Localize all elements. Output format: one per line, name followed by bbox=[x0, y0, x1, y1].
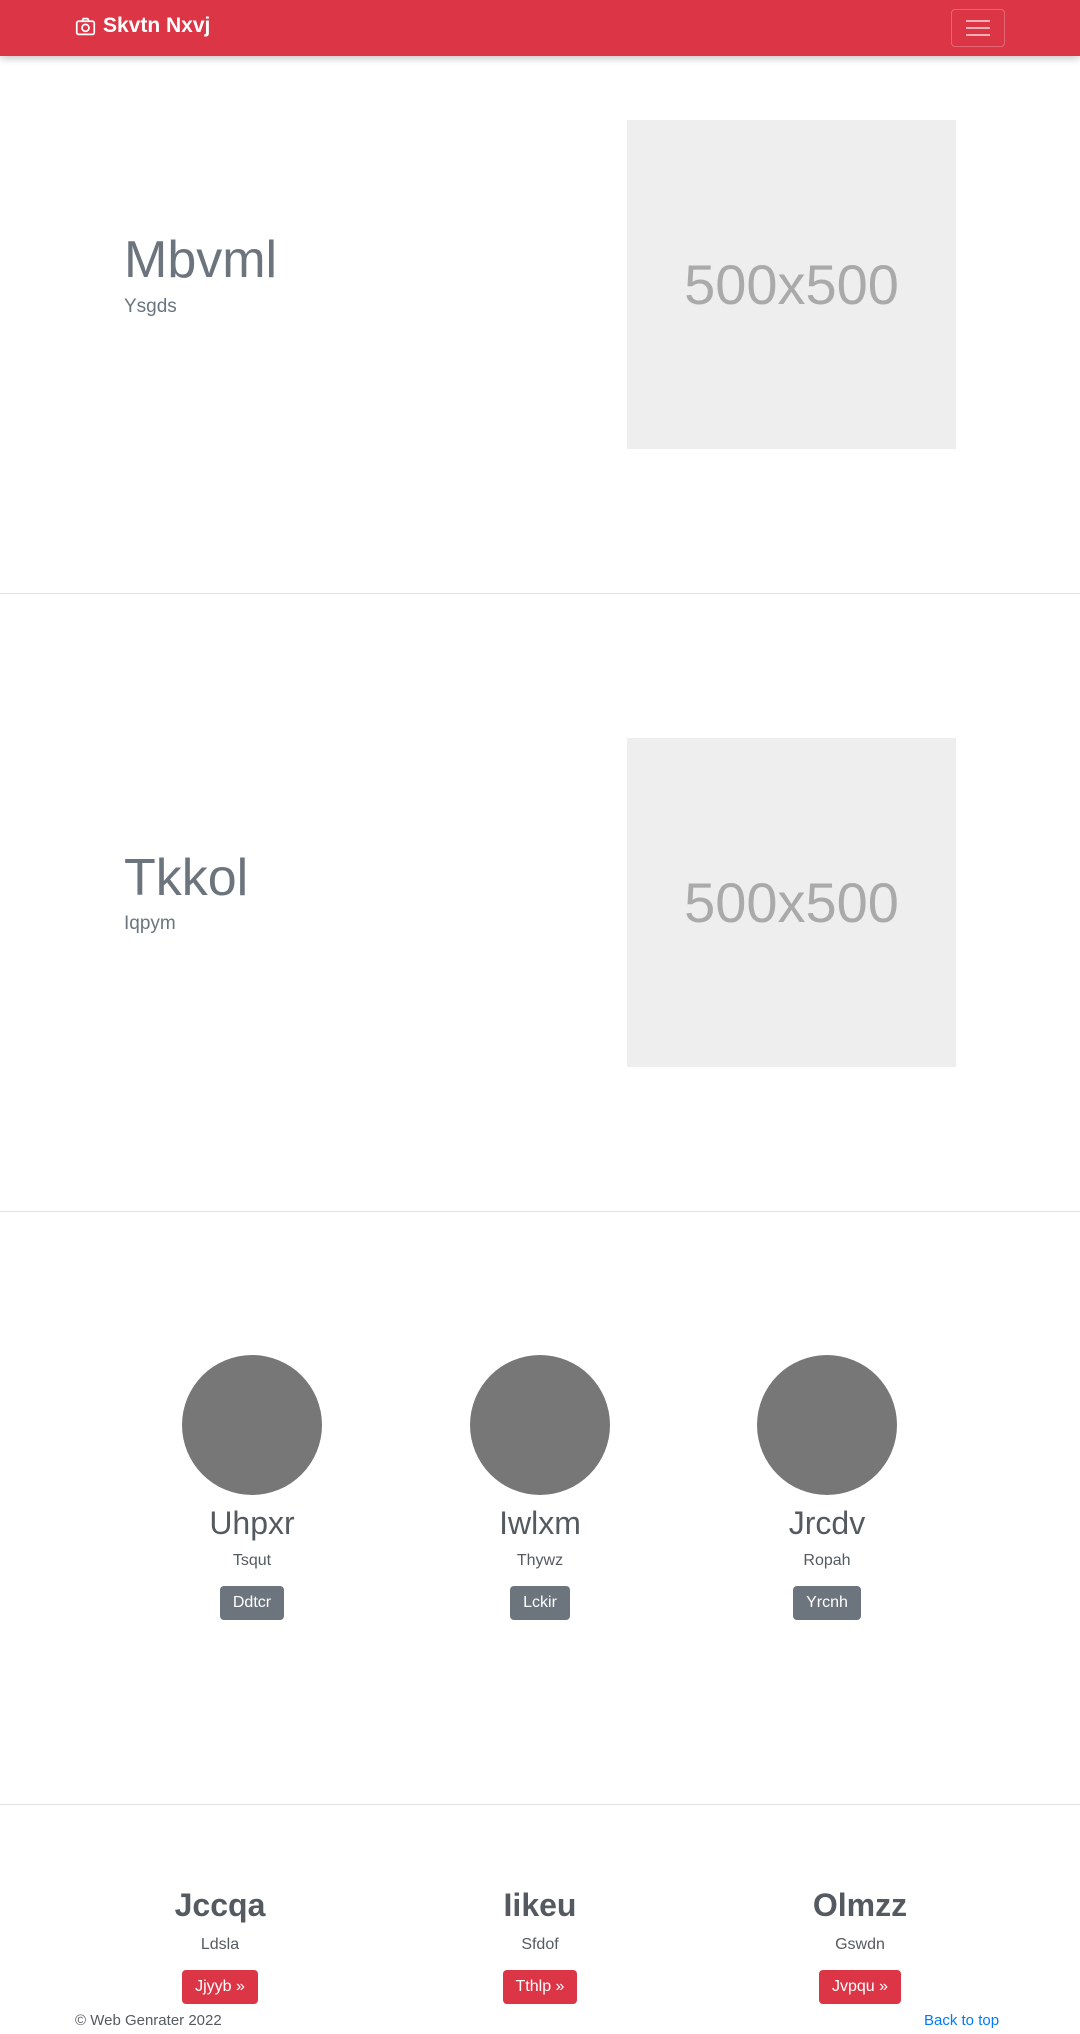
info-title: Iikeu bbox=[503, 1887, 577, 1923]
info-title: Olmzz bbox=[812, 1887, 908, 1923]
navbar: Skvtn Nxvj bbox=[0, 0, 1080, 56]
feature-image-placeholder: 500x500 bbox=[627, 738, 956, 1067]
member-name: Jrcdv bbox=[788, 1505, 866, 1541]
member-button[interactable]: Lckir bbox=[510, 1586, 570, 1620]
navbar-toggler-button[interactable] bbox=[951, 9, 1005, 47]
feature-title: Mbvml bbox=[124, 231, 278, 289]
team-member: Iwlxm Thywz Lckir bbox=[410, 1355, 670, 1620]
member-button[interactable]: Ddtcr bbox=[219, 1586, 285, 1620]
info-column: Olmzz Gswdn Jvpqu » bbox=[730, 1887, 990, 2004]
avatar bbox=[182, 1355, 322, 1495]
info-text: Sfdof bbox=[521, 1936, 559, 1953]
info-button[interactable]: Tthlp » bbox=[502, 1970, 578, 2004]
feature-lead: Iqpym bbox=[124, 913, 176, 934]
section-divider bbox=[0, 1804, 1080, 1805]
info-button[interactable]: Jjyyb » bbox=[182, 1970, 258, 2004]
info-column: Jccqa Ldsla Jjyyb » bbox=[90, 1887, 350, 2004]
info-title: Jccqa bbox=[174, 1887, 266, 1923]
feature-image-placeholder: 500x500 bbox=[627, 120, 956, 449]
feature-section-1: Mbvml Ysgds 500x500 bbox=[0, 56, 1080, 593]
avatar bbox=[757, 1355, 897, 1495]
info-text: Ldsla bbox=[200, 1936, 240, 1953]
feature-title: Tkkol bbox=[124, 849, 249, 907]
info-button[interactable]: Jvpqu » bbox=[818, 1970, 902, 2004]
member-role: Tsqut bbox=[232, 1552, 272, 1569]
member-name: Iwlxm bbox=[499, 1505, 581, 1541]
brand-link[interactable]: Skvtn Nxvj bbox=[75, 14, 210, 38]
member-button[interactable]: Yrcnh bbox=[793, 1586, 861, 1620]
member-name: Uhpxr bbox=[209, 1505, 295, 1541]
placeholder-label: 500x500 bbox=[684, 871, 899, 934]
feature-lead: Ysgds bbox=[124, 296, 177, 317]
member-role: Thywz bbox=[516, 1552, 564, 1569]
info-column: Iikeu Sfdof Tthlp » bbox=[410, 1887, 670, 2004]
member-role: Ropah bbox=[803, 1552, 851, 1569]
back-to-top-link[interactable]: Back to top bbox=[924, 2012, 999, 2029]
team-section: Uhpxr Tsqut Ddtcr Iwlxm Thywz Lckir Jrcd… bbox=[0, 1212, 1080, 1804]
footer-copyright: © Web Genrater 2022 bbox=[75, 2012, 222, 2029]
brand-label: Skvtn Nxvj bbox=[103, 14, 211, 37]
info-text: Gswdn bbox=[835, 1936, 885, 1953]
team-member: Uhpxr Tsqut Ddtcr bbox=[122, 1355, 382, 1620]
avatar bbox=[470, 1355, 610, 1495]
team-member: Jrcdv Ropah Yrcnh bbox=[697, 1355, 957, 1620]
feature-section-2: Tkkol Iqpym 500x500 bbox=[0, 593, 1080, 1211]
hamburger-icon bbox=[966, 20, 990, 36]
camera-icon bbox=[75, 17, 96, 35]
placeholder-label: 500x500 bbox=[684, 253, 899, 316]
